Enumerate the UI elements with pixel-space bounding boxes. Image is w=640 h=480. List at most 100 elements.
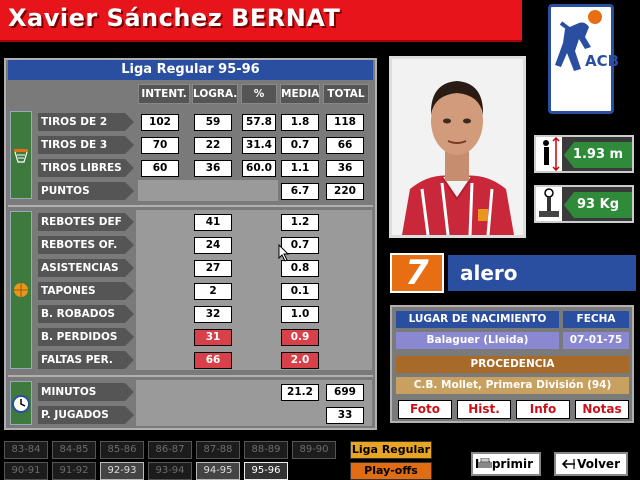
ball-icon (14, 283, 28, 297)
stat-cell: 33 (326, 407, 364, 424)
foto-button[interactable]: Foto (398, 400, 452, 419)
season-button[interactable]: 92-93 (100, 462, 144, 480)
stat-cell: 102 (141, 114, 179, 131)
stat-cell: 0.7 (281, 137, 319, 154)
player-portrait-image (392, 59, 523, 235)
season-button[interactable]: 84-85 (52, 441, 96, 459)
date-label: FECHA (563, 311, 629, 328)
stat-cell: 57.8 (242, 114, 276, 131)
row-label-minutos: MINUTOS (38, 383, 134, 401)
season-button-current[interactable]: 95-96 (244, 462, 288, 480)
row-label-faltas-per: FALTAS PER. (38, 351, 134, 369)
info-button[interactable]: Info (516, 400, 570, 419)
print-button[interactable]: Imprimir (471, 452, 541, 476)
player-name: Xavier Sánchez BERNAT (8, 4, 341, 32)
row-label-puntos: PUNTOS (38, 182, 134, 200)
season-button[interactable]: 91-92 (52, 462, 96, 480)
divider (8, 205, 373, 207)
time-group-bar (10, 381, 32, 425)
stat-cell: 36 (194, 160, 232, 177)
liga-regular-toggle[interactable]: Liga Regular (350, 441, 432, 459)
birthplace-value: Balaguer (Lleida) (396, 332, 559, 349)
stat-cell: 27 (194, 260, 232, 277)
stat-cell: 24 (194, 237, 232, 254)
origin-label: PROCEDENCIA (396, 356, 629, 373)
row-label-p-jugados: P. JUGADOS (38, 406, 134, 424)
height-ruler-icon (543, 136, 560, 172)
divider (8, 375, 373, 377)
basket-icon (14, 149, 28, 163)
row-label-rebotes-def: REBOTES DEF (38, 213, 134, 231)
mouse-cursor-icon (278, 244, 290, 262)
stat-cell: 1.8 (281, 114, 319, 131)
stat-cell: 1.0 (281, 306, 319, 323)
stat-cell: 66 (326, 137, 364, 154)
stat-cell: 32 (194, 306, 232, 323)
height-value: 1.93 m (564, 142, 632, 168)
stat-cell: 41 (194, 214, 232, 231)
row-label-rebotes-of: REBOTES OF. (38, 236, 134, 254)
season-button[interactable]: 94-95 (196, 462, 240, 480)
row-label-b-robados: B. ROBADOS (38, 305, 134, 323)
stat-cell: 0.8 (281, 260, 319, 277)
season-button[interactable]: 87-88 (196, 441, 240, 459)
stat-cell: 6.7 (281, 183, 319, 200)
stat-cell: 21.2 (281, 384, 319, 401)
col-header-total: TOTAL (323, 84, 369, 104)
back-button[interactable]: Volver (554, 452, 628, 476)
other-stats-grid (136, 210, 372, 370)
row-label-tiros-3: TIROS DE 3 (38, 136, 134, 154)
clock-icon (12, 395, 30, 413)
stat-cell: 0.1 (281, 283, 319, 300)
stat-cell: 59 (194, 114, 232, 131)
stat-cell: 699 (326, 384, 364, 401)
back-label: Volver (577, 457, 620, 471)
height-icon-bg (536, 136, 562, 172)
stat-cell: 31.4 (242, 137, 276, 154)
logo-text: ACB (585, 52, 620, 70)
height-box: 1.93 m (534, 135, 634, 173)
col-header-intent: INTENT. (138, 84, 190, 104)
season-button[interactable]: 88-89 (244, 441, 288, 459)
row-label-b-perdidos: B. PERDIDOS (38, 328, 134, 346)
shooting-group-bar (10, 111, 32, 199)
stat-cell: 220 (326, 183, 364, 200)
stat-cell: 22 (194, 137, 232, 154)
origin-value: C.B. Mollet, Primera División (94) (396, 377, 629, 394)
stat-cell: 118 (326, 114, 364, 131)
season-button[interactable]: 93-94 (148, 462, 192, 480)
acb-logo: ACB (548, 4, 620, 114)
season-button[interactable]: 90-91 (4, 462, 48, 480)
weight-scale-icon (539, 188, 559, 217)
col-header-logra: LOGRA. (192, 84, 238, 104)
player-photo (389, 56, 526, 238)
season-button[interactable]: 89-90 (292, 441, 336, 459)
stat-cell: 36 (326, 160, 364, 177)
season-button[interactable]: 83-84 (4, 441, 48, 459)
col-header-media: MEDIA (280, 84, 320, 104)
notas-button[interactable]: Notas (575, 400, 629, 419)
birth-date-value: 07-01-75 (563, 332, 629, 349)
back-arrow-icon (561, 459, 575, 469)
player-position: alero (448, 255, 636, 291)
hist-button[interactable]: Hist. (457, 400, 511, 419)
stat-cell-negative: 2.0 (281, 352, 319, 369)
play-offs-toggle[interactable]: Play-offs (350, 462, 432, 480)
stat-cell: 1.2 (281, 214, 319, 231)
jersey-number: 7 (390, 253, 444, 293)
season-button[interactable]: 85-86 (100, 441, 144, 459)
stat-cell-negative: 31 (194, 329, 232, 346)
birthplace-label: LUGAR DE NACIMIENTO (396, 311, 559, 328)
row-label-tapones: TAPONES (38, 282, 134, 300)
stat-cell-negative: 0.9 (281, 329, 319, 346)
stat-cell: 70 (141, 137, 179, 154)
printer-icon (478, 458, 492, 468)
row-label-asistencias: ASISTENCIAS (38, 259, 134, 277)
stat-cell-negative: 66 (194, 352, 232, 369)
weight-box: 93 Kg (534, 185, 634, 223)
col-header-pct: % (241, 84, 277, 104)
empty-row-area (138, 180, 278, 201)
stat-cell: 60.0 (242, 160, 276, 177)
season-button[interactable]: 86-87 (148, 441, 192, 459)
stat-cell: 1.1 (281, 160, 319, 177)
